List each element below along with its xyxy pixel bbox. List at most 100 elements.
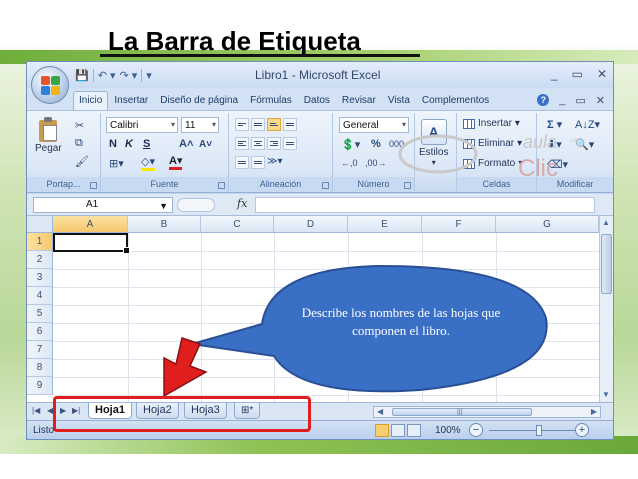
italic-button[interactable]: K — [125, 138, 133, 150]
normal-view-icon[interactable] — [375, 424, 389, 437]
font-name-select[interactable]: Calibri ▾ — [106, 117, 178, 133]
column-header-g[interactable]: G — [496, 216, 599, 233]
column-header-f[interactable]: F — [422, 216, 496, 233]
column-header-a[interactable]: A — [53, 216, 128, 233]
format-cells-button[interactable]: Formato ▾ — [463, 158, 523, 169]
scroll-left-icon[interactable]: ◀ — [377, 407, 383, 416]
tab-inicio[interactable]: Inicio — [73, 91, 109, 110]
align-top-icon[interactable] — [235, 118, 249, 131]
grow-font-icon[interactable]: A˄ — [179, 138, 193, 150]
scroll-right-icon[interactable]: ▶ — [591, 407, 597, 416]
scroll-up-icon[interactable]: ▲ — [602, 218, 610, 227]
styles-button[interactable]: A Estilos ▾ — [419, 119, 448, 167]
increase-decimal-icon[interactable]: ←,0 — [341, 158, 358, 168]
office-button[interactable] — [31, 66, 69, 104]
launcher-icon[interactable] — [404, 182, 411, 189]
row-header-9[interactable]: 9 — [27, 377, 53, 395]
first-sheet-icon[interactable]: |◀ — [32, 406, 40, 415]
paste-button[interactable]: Pegar — [35, 117, 62, 154]
copy-icon[interactable]: ⧉ — [75, 137, 83, 150]
format-painter-icon[interactable]: 🖌 — [75, 155, 89, 168]
tab-complementos[interactable]: Complementos — [416, 95, 495, 110]
currency-icon[interactable]: 💲▾ — [341, 138, 360, 151]
column-header-b[interactable]: B — [128, 216, 201, 233]
align-right-icon[interactable] — [267, 137, 281, 150]
row-header-2[interactable]: 2 — [27, 251, 53, 269]
font-size-select[interactable]: 11 ▾ — [181, 117, 219, 133]
shrink-font-icon[interactable]: A˅ — [199, 139, 212, 150]
cut-icon[interactable]: ✂ — [75, 119, 84, 132]
doc-minimize-button[interactable]: _ — [559, 94, 565, 107]
select-all-corner[interactable] — [27, 216, 53, 233]
thousands-button[interactable]: 000 — [389, 139, 404, 149]
tab-insertar[interactable]: Insertar — [108, 95, 154, 110]
row-header-7[interactable]: 7 — [27, 341, 53, 359]
redo-icon[interactable]: ↷ ▾ — [120, 69, 138, 82]
align-left-icon[interactable] — [235, 137, 249, 150]
column-header-d[interactable]: D — [274, 216, 348, 233]
doc-close-button[interactable]: ✕ — [596, 94, 605, 107]
find-select-icon[interactable]: 🔍▾ — [575, 138, 594, 151]
wrap-text-icon[interactable]: ≫▾ — [267, 156, 283, 169]
vertical-scroll-thumb[interactable] — [601, 234, 612, 294]
help-icon[interactable]: ? — [537, 94, 550, 106]
column-header-e[interactable]: E — [348, 216, 422, 233]
row-header-1[interactable]: 1 — [27, 233, 53, 251]
orientation-icon[interactable] — [283, 118, 297, 131]
doc-restore-button[interactable]: ▭ — [575, 94, 585, 107]
font-color-icon[interactable]: A▾ — [169, 156, 183, 170]
insert-function-button[interactable]: fx — [237, 197, 247, 210]
name-box[interactable]: A1 ▼ — [33, 197, 173, 213]
zoom-in-icon[interactable]: + — [575, 423, 589, 437]
delete-cells-button[interactable]: Eliminar ▾ — [463, 138, 522, 149]
save-icon[interactable]: 💾 — [75, 69, 89, 82]
launcher-icon[interactable] — [322, 182, 329, 189]
align-center-icon[interactable] — [251, 137, 265, 150]
tab-datos[interactable]: Datos — [298, 95, 336, 110]
row-header-4[interactable]: 4 — [27, 287, 53, 305]
minimize-button[interactable]: _ — [551, 67, 558, 81]
row-header-3[interactable]: 3 — [27, 269, 53, 287]
insert-cells-button[interactable]: Insertar ▾ — [463, 118, 520, 129]
qat-customize-icon[interactable]: ▾ — [146, 69, 152, 82]
zoom-out-icon[interactable]: − — [469, 423, 483, 437]
tab-vista[interactable]: Vista — [382, 95, 416, 110]
vertical-scrollbar[interactable]: ▲ ▼ — [599, 216, 613, 402]
bold-button[interactable]: N — [109, 138, 117, 150]
align-middle-icon[interactable] — [251, 118, 265, 131]
zoom-slider-thumb[interactable] — [536, 425, 542, 436]
clear-icon[interactable]: ⌫▾ — [547, 158, 568, 171]
active-cell-a1[interactable] — [53, 233, 130, 254]
increase-indent-icon[interactable] — [251, 156, 265, 169]
align-bottom-icon[interactable] — [267, 118, 281, 131]
merge-center-icon[interactable] — [283, 137, 297, 150]
decrease-decimal-icon[interactable]: ,00→ — [365, 158, 387, 168]
sort-filter-icon[interactable]: A↓Z▾ — [575, 118, 600, 131]
fill-icon[interactable]: ⬇▾ — [547, 138, 562, 151]
page-layout-view-icon[interactable] — [391, 424, 405, 437]
row-header-6[interactable]: 6 — [27, 323, 53, 341]
tab-diseno-pagina[interactable]: Diseño de página — [154, 95, 244, 110]
decrease-indent-icon[interactable] — [235, 156, 249, 169]
tab-formulas[interactable]: Fórmulas — [244, 95, 298, 110]
row-header-5[interactable]: 5 — [27, 305, 53, 323]
tab-revisar[interactable]: Revisar — [336, 95, 382, 110]
percent-button[interactable]: % — [371, 138, 381, 150]
number-format-select[interactable]: General ▾ — [339, 117, 409, 133]
autosum-icon[interactable]: Σ ▾ — [547, 118, 562, 131]
horizontal-scroll-thumb[interactable]: ||| — [392, 408, 532, 416]
zoom-level[interactable]: 100% — [435, 425, 461, 436]
column-header-c[interactable]: C — [201, 216, 274, 233]
horizontal-scrollbar[interactable]: ◀ ||| ▶ — [373, 406, 601, 418]
maximize-button[interactable]: ▭ — [572, 67, 583, 81]
undo-icon[interactable]: ↶ ▾ — [98, 69, 116, 82]
fill-color-icon[interactable]: ◇▾ — [141, 157, 155, 171]
launcher-icon[interactable] — [218, 182, 225, 189]
scroll-down-icon[interactable]: ▼ — [602, 390, 610, 399]
underline-button[interactable]: S — [143, 138, 150, 150]
formula-input[interactable] — [255, 197, 595, 213]
borders-icon[interactable]: ⊞▾ — [109, 157, 124, 170]
launcher-icon[interactable] — [90, 182, 97, 189]
row-header-8[interactable]: 8 — [27, 359, 53, 377]
close-button[interactable]: ✕ — [597, 67, 607, 81]
